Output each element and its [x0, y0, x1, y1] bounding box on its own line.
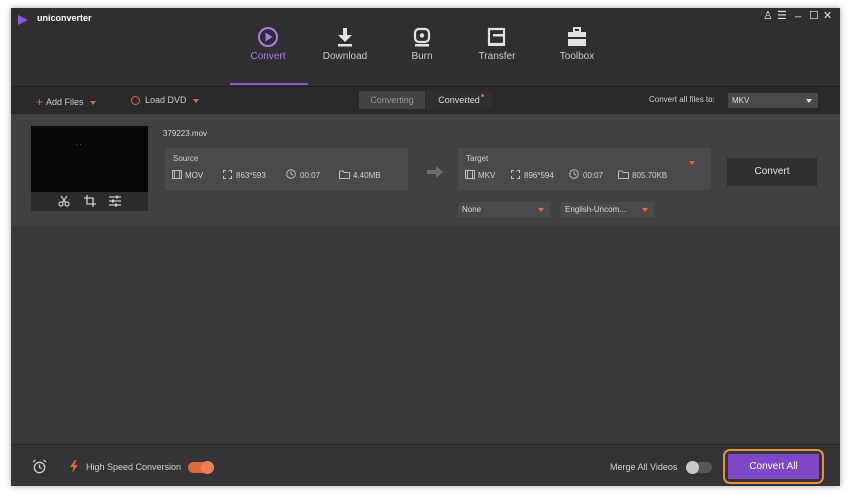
add-files-dropdown-icon[interactable]	[89, 100, 96, 105]
film-icon	[172, 170, 182, 179]
chevron-down-icon	[538, 208, 544, 212]
tab-convert[interactable]: Convert	[233, 26, 303, 62]
high-speed-toggle[interactable]	[188, 461, 214, 474]
chevron-down-icon	[642, 208, 648, 212]
clock-icon	[569, 169, 579, 179]
plus-icon: +	[36, 95, 44, 109]
tab-convert-label: Convert	[250, 51, 286, 62]
target-panel: Target MKV 896*594 00:07 805.70KB	[458, 148, 711, 190]
source-format: MOV	[185, 171, 204, 180]
source-size: 4.40MB	[353, 171, 381, 180]
app-name: uniconverter	[37, 13, 92, 23]
app-window: uniconverter ♙ ☰ _ ☐ ✕ Convert Download	[11, 8, 840, 486]
tab-toolbox[interactable]: Toolbox	[542, 26, 612, 62]
load-dvd-dropdown-icon[interactable]	[192, 98, 199, 103]
bottom-bar: High Speed Conversion Merge All Videos C…	[11, 444, 840, 486]
convert-all-files-label: Convert all files to:	[649, 95, 715, 104]
tab-transfer-label: Transfer	[478, 51, 516, 62]
convert-all-button[interactable]: Convert All	[728, 454, 819, 479]
load-dvd-button[interactable]: Load DVD	[131, 95, 199, 105]
toggle-knob	[201, 461, 214, 474]
folder-icon	[339, 170, 350, 179]
crop-icon[interactable]	[84, 195, 96, 207]
burn-icon	[413, 27, 431, 47]
target-format-dropdown-icon[interactable]	[689, 161, 695, 165]
tab-burn[interactable]: Burn	[387, 26, 457, 62]
menu-icon[interactable]: ☰	[777, 9, 787, 22]
video-thumbnail[interactable]: · ·	[31, 126, 148, 192]
dvd-icon	[131, 96, 140, 105]
resolution-icon	[511, 170, 520, 179]
file-name: 379223.mov	[163, 129, 208, 138]
clock-icon	[286, 169, 296, 179]
alarm-clock-icon[interactable]	[32, 459, 47, 474]
target-duration: 00:07	[583, 171, 604, 180]
source-duration: 00:07	[300, 171, 321, 180]
tab-download[interactable]: Download	[310, 26, 380, 62]
folder-icon	[618, 170, 629, 179]
minimize-icon[interactable]: _	[795, 8, 801, 18]
resolution-icon	[223, 170, 232, 179]
merge-videos-toggle[interactable]	[686, 461, 712, 474]
toolbar: + Add Files Load DVD Converting Converted…	[11, 86, 840, 115]
convert-icon	[258, 27, 278, 47]
high-speed-label: High Speed Conversion	[86, 462, 182, 472]
target-size: 805.70KB	[632, 171, 668, 180]
source-panel: Source MOV 863*593 00:07 4.40MB	[165, 148, 408, 190]
convert-all-format-value: MKV	[732, 96, 750, 105]
tab-converted[interactable]: Converted	[426, 91, 492, 109]
new-badge-dot	[481, 94, 484, 97]
convert-button[interactable]: Convert	[727, 158, 817, 186]
arrow-right-icon	[427, 166, 443, 178]
app-logo-icon	[18, 15, 28, 25]
maximize-icon[interactable]: ☐	[809, 9, 819, 22]
tab-converted-label: Converted	[438, 95, 480, 105]
chevron-down-icon	[806, 99, 812, 103]
thumbnail-mark: · ·	[76, 142, 82, 148]
subtitle-select[interactable]: None	[458, 202, 550, 217]
thumbnail-toolbar	[31, 192, 148, 211]
transfer-icon	[487, 27, 506, 46]
download-icon	[338, 28, 352, 47]
lightning-icon	[70, 460, 78, 473]
effects-icon[interactable]	[109, 195, 121, 207]
toolbox-icon	[568, 27, 586, 46]
scissors-icon[interactable]	[58, 195, 70, 207]
merge-videos-label: Merge All Videos	[610, 462, 678, 472]
target-label: Target	[466, 154, 489, 163]
title-bar: uniconverter ♙ ☰ _ ☐ ✕ Convert Download	[11, 8, 840, 86]
audio-track-select[interactable]: English-Uncom...	[561, 202, 654, 217]
add-files-button[interactable]: + Add Files	[36, 95, 96, 109]
tab-burn-label: Burn	[411, 51, 433, 62]
source-resolution: 863*593	[236, 171, 266, 180]
tab-toolbox-label: Toolbox	[559, 51, 595, 62]
load-dvd-label: Load DVD	[145, 95, 187, 105]
target-format: MKV	[478, 171, 496, 180]
source-label: Source	[173, 154, 199, 163]
close-icon[interactable]: ✕	[823, 9, 832, 22]
audio-track-value: English-Uncom...	[565, 205, 626, 214]
tab-converting[interactable]: Converting	[359, 91, 425, 109]
film-icon	[465, 170, 475, 179]
toggle-knob	[686, 461, 699, 474]
tab-transfer[interactable]: Transfer	[462, 26, 532, 62]
tab-download-label: Download	[322, 51, 368, 62]
add-files-label: Add Files	[46, 97, 84, 107]
subtitle-value: None	[462, 205, 482, 214]
convert-all-format-select[interactable]: MKV	[728, 93, 818, 108]
file-row: · · 379223.mov Source MOV 863*593 00:07 …	[11, 114, 840, 226]
user-icon[interactable]: ♙	[763, 9, 773, 22]
active-tab-indicator	[230, 83, 308, 85]
target-resolution: 896*594	[524, 171, 554, 180]
